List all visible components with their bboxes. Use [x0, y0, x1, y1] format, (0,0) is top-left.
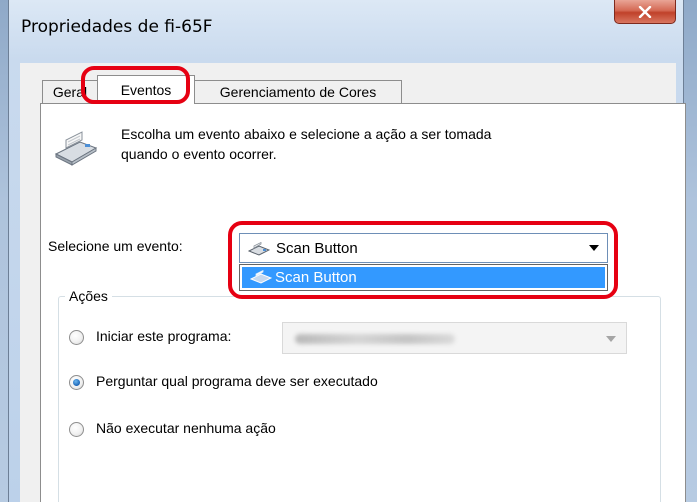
- window-title: Propriedades de fi-65F: [21, 17, 213, 37]
- annotation-highlight-dropdown: [228, 221, 618, 299]
- event-label: Selecione um evento:: [48, 238, 183, 254]
- scanner-icon: [54, 131, 98, 166]
- annotation-highlight-tab: [81, 66, 190, 104]
- program-select-value: [295, 334, 455, 344]
- tab-label: Gerenciamento de Cores: [219, 84, 377, 100]
- radio-perguntar-programa[interactable]: [69, 375, 84, 390]
- radio-label: Perguntar qual programa deve ser executa…: [96, 373, 378, 389]
- tab-gerenciamento-de-cores[interactable]: Gerenciamento de Cores: [194, 80, 402, 103]
- close-icon: [638, 5, 652, 18]
- chevron-down-icon: [606, 336, 616, 342]
- radio-nao-executar[interactable]: [69, 422, 84, 437]
- radio-label: Não executar nenhuma ação: [96, 420, 276, 436]
- desktop-background-left: [0, 0, 8, 502]
- intro-line-1: Escolha um evento abaixo e selecione a a…: [121, 126, 492, 142]
- close-button[interactable]: [614, 0, 676, 24]
- intro-text: Escolha um evento abaixo e selecione a a…: [121, 124, 621, 164]
- intro-line-2: quando o evento ocorrer.: [121, 146, 277, 162]
- program-select[interactable]: [282, 322, 627, 354]
- radio-iniciar-programa[interactable]: [69, 330, 84, 345]
- actions-group-legend: Ações: [65, 288, 112, 304]
- radio-label: Iniciar este programa:: [96, 328, 232, 344]
